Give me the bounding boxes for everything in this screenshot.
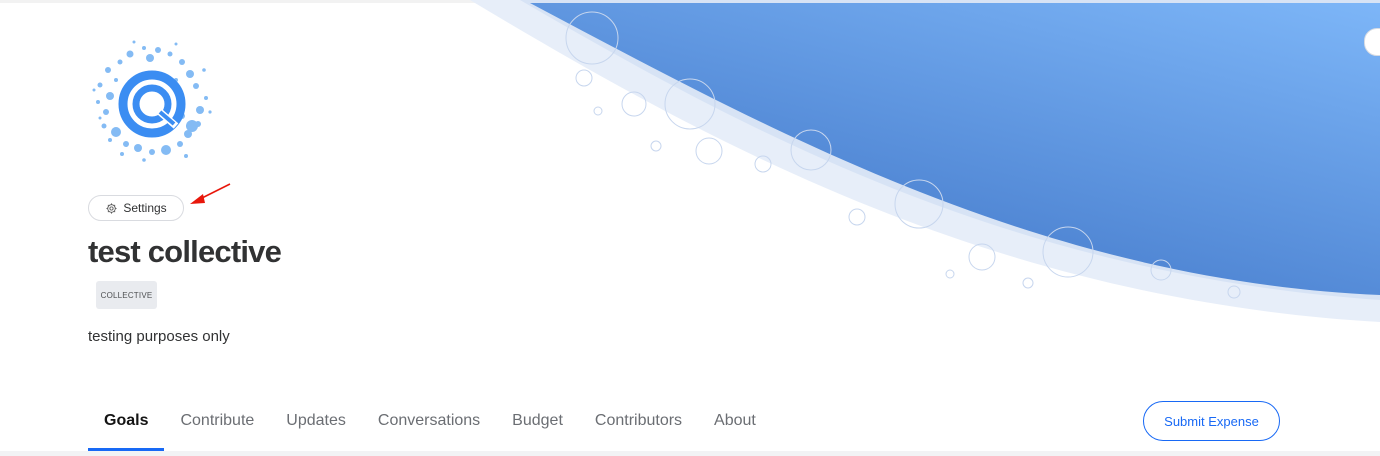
red-arrow-icon bbox=[190, 183, 231, 204]
top-border bbox=[0, 0, 1380, 3]
section-divider bbox=[0, 451, 1380, 456]
settings-button[interactable]: Settings bbox=[88, 195, 184, 221]
collective-name: test collective bbox=[88, 234, 282, 269]
collective-description: testing purposes only bbox=[88, 328, 230, 345]
collective-type-badge: COLLECTIVE bbox=[96, 281, 157, 309]
scroll-edge-button[interactable] bbox=[1364, 28, 1380, 56]
settings-label: Settings bbox=[123, 201, 167, 215]
tab-updates[interactable]: Updates bbox=[270, 404, 362, 438]
tab-about[interactable]: About bbox=[698, 404, 772, 438]
collective-logo bbox=[92, 40, 212, 162]
tab-contributors[interactable]: Contributors bbox=[579, 404, 698, 438]
tab-budget[interactable]: Budget bbox=[496, 404, 579, 438]
tab-goals[interactable]: Goals bbox=[88, 404, 165, 451]
navbar-tabs: Goals Contribute Updates Conversations B… bbox=[88, 404, 772, 452]
tab-conversations[interactable]: Conversations bbox=[362, 404, 496, 438]
gear-icon bbox=[106, 202, 117, 214]
tab-contribute[interactable]: Contribute bbox=[164, 404, 270, 438]
submit-expense-button[interactable]: Submit Expense bbox=[1143, 401, 1280, 441]
